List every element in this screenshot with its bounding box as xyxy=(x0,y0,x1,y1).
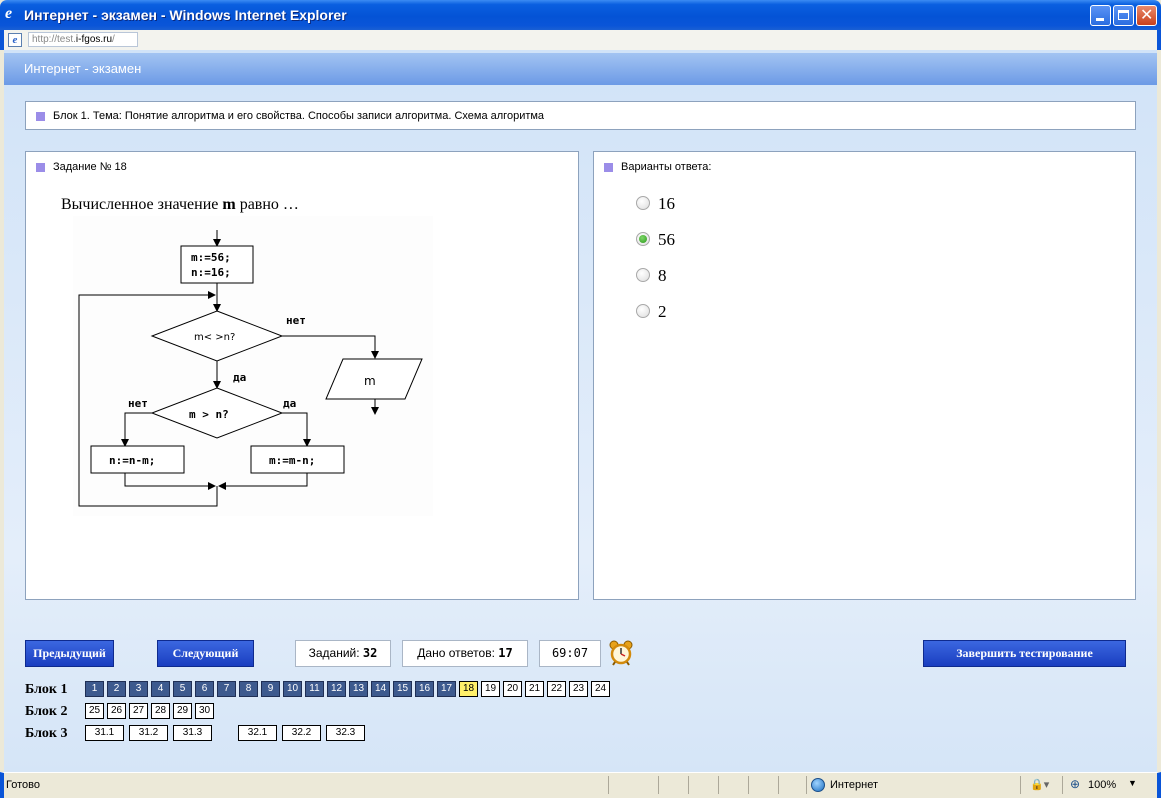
task-cell-28[interactable]: 28 xyxy=(151,703,170,719)
task-cell-26[interactable]: 26 xyxy=(107,703,126,719)
label-no-2: нет xyxy=(128,397,148,410)
task-cell-12[interactable]: 12 xyxy=(327,681,346,697)
radio-button[interactable] xyxy=(636,304,650,319)
answers-title: Варианты ответа: xyxy=(604,161,711,173)
task-cell-6[interactable]: 6 xyxy=(195,681,214,697)
globe-icon xyxy=(811,778,825,792)
bullet-square-icon xyxy=(36,162,45,172)
assign-left-text: n:=n-m; xyxy=(109,454,155,467)
block-3-label: Блок 3 xyxy=(25,726,68,741)
task-cell-31.2[interactable]: 31.2 xyxy=(129,725,168,741)
tasks-counter: Заданий: 32 xyxy=(295,640,391,667)
status-bar: Готово Интернет 🔒▾ ⊕ 100% ▼ xyxy=(0,772,1161,798)
condition-1-text: m< >n? xyxy=(194,332,235,343)
answer-option[interactable]: 16 xyxy=(636,194,675,214)
address-bar: e http://test.i-fgos.ru/ xyxy=(0,30,1161,50)
window-title: Интернет - экзамен - Windows Internet Ex… xyxy=(24,7,347,23)
internet-explorer-icon: e xyxy=(5,5,13,22)
task-cell-24[interactable]: 24 xyxy=(591,681,610,697)
alarm-clock-icon xyxy=(609,640,633,666)
bullet-square-icon xyxy=(36,111,45,121)
task-cell-7[interactable]: 7 xyxy=(217,681,236,697)
task-cell-13[interactable]: 13 xyxy=(349,681,368,697)
answer-option[interactable]: 8 xyxy=(636,266,667,286)
task-cell-32.3[interactable]: 32.3 xyxy=(326,725,365,741)
task-cell-15[interactable]: 15 xyxy=(393,681,412,697)
task-cell-1[interactable]: 1 xyxy=(85,681,104,697)
task-cell-4[interactable]: 4 xyxy=(151,681,170,697)
task-cell-22[interactable]: 22 xyxy=(547,681,566,697)
answer-option[interactable]: 56 xyxy=(636,230,675,250)
timer: 69:07 xyxy=(539,640,601,667)
next-button[interactable]: Следующий xyxy=(157,640,254,667)
topic-panel: Блок 1. Тема: Понятие алгоритма и его св… xyxy=(25,101,1136,130)
task-cell-9[interactable]: 9 xyxy=(261,681,280,697)
task-cell-2[interactable]: 2 xyxy=(107,681,126,697)
task-cell-27[interactable]: 27 xyxy=(129,703,148,719)
init-line-2: n:=16; xyxy=(191,266,231,279)
radio-button-selected[interactable] xyxy=(636,232,650,247)
bullet-square-icon xyxy=(604,162,613,172)
label-yes-1: да xyxy=(233,371,246,384)
page-content: Интернет - экзамен Блок 1. Тема: Понятие… xyxy=(4,50,1157,772)
task-cell-19[interactable]: 19 xyxy=(481,681,500,697)
task-cell-18[interactable]: 18 xyxy=(459,681,478,697)
topic-text: Блок 1. Тема: Понятие алгоритма и его св… xyxy=(36,110,544,122)
question-text: Вычисленное значение m равно … xyxy=(61,196,299,213)
init-line-1: m:=56; xyxy=(191,251,231,264)
block-1-label: Блок 1 xyxy=(25,682,68,697)
task-cell-11[interactable]: 11 xyxy=(305,681,324,697)
answers-panel: Варианты ответа: 16 56 8 2 xyxy=(593,151,1136,600)
task-cell-29[interactable]: 29 xyxy=(173,703,192,719)
task-cell-23[interactable]: 23 xyxy=(569,681,588,697)
task-cell-8[interactable]: 8 xyxy=(239,681,258,697)
task-title: Задание № 18 xyxy=(36,161,127,173)
zoom-level[interactable]: 100% xyxy=(1088,779,1116,791)
task-cell-5[interactable]: 5 xyxy=(173,681,192,697)
task-cell-17[interactable]: 17 xyxy=(437,681,456,697)
flowchart: m:=56; n:=16; нет да нет да m > n? n:=n-… xyxy=(73,216,433,516)
zoom-icon: ⊕ xyxy=(1070,777,1081,791)
task-cell-32.1[interactable]: 32.1 xyxy=(238,725,277,741)
page-header: Интернет - экзамен xyxy=(4,53,1157,85)
task-cell-25[interactable]: 25 xyxy=(85,703,104,719)
answer-option[interactable]: 2 xyxy=(636,302,667,322)
page-icon: e xyxy=(8,33,22,47)
task-cell-10[interactable]: 10 xyxy=(283,681,302,697)
security-zone: Интернет xyxy=(830,779,878,791)
task-cell-3[interactable]: 3 xyxy=(129,681,148,697)
close-button[interactable]: ✕ xyxy=(1136,5,1157,26)
output-text: m xyxy=(364,374,376,388)
task-cell-32.2[interactable]: 32.2 xyxy=(282,725,321,741)
assign-right-text: m:=m-n; xyxy=(269,454,315,467)
task-cell-20[interactable]: 20 xyxy=(503,681,522,697)
answered-counter: Дано ответов: 17 xyxy=(402,640,528,667)
label-no-1: нет xyxy=(286,314,306,327)
label-yes-2: да xyxy=(283,397,296,410)
finish-test-button[interactable]: Завершить тестирование xyxy=(923,640,1126,667)
address-field[interactable]: http://test.i-fgos.ru/ xyxy=(28,32,138,47)
task-cell-14[interactable]: 14 xyxy=(371,681,390,697)
condition-2-text: m > n? xyxy=(189,408,229,421)
previous-button[interactable]: Предыдущий xyxy=(25,640,114,667)
status-text: Готово xyxy=(6,779,40,791)
zoom-dropdown-icon[interactable]: ▼ xyxy=(1128,778,1137,788)
page-title: Интернет - экзамен xyxy=(24,61,142,76)
protected-mode-icon[interactable]: 🔒▾ xyxy=(1030,778,1049,791)
task-cell-21[interactable]: 21 xyxy=(525,681,544,697)
radio-button[interactable] xyxy=(636,196,650,211)
task-cell-30[interactable]: 30 xyxy=(195,703,214,719)
block-2-label: Блок 2 xyxy=(25,704,68,719)
task-cell-31.1[interactable]: 31.1 xyxy=(85,725,124,741)
task-cell-31.3[interactable]: 31.3 xyxy=(173,725,212,741)
window-title-bar[interactable]: e Интернет - экзамен - Windows Internet … xyxy=(0,0,1161,30)
minimize-button[interactable] xyxy=(1090,5,1111,26)
radio-button[interactable] xyxy=(636,268,650,283)
task-cell-16[interactable]: 16 xyxy=(415,681,434,697)
maximize-button[interactable] xyxy=(1113,5,1134,26)
task-panel: Задание № 18 Вычисленное значение m равн… xyxy=(25,151,579,600)
address-url: http://test.i-fgos.ru/ xyxy=(32,34,115,45)
